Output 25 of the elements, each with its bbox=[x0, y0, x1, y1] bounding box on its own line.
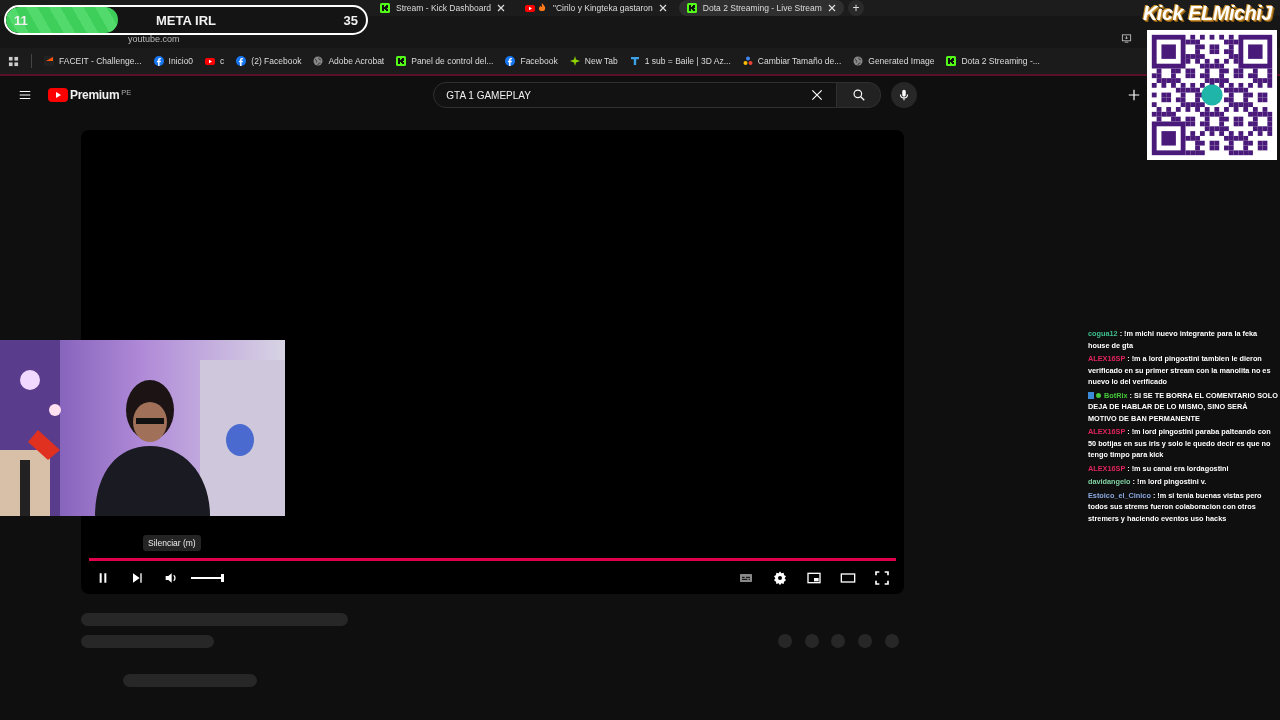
video-player[interactable]: Silenciar (m) bbox=[81, 130, 904, 594]
bookmark-item[interactable]: Dota 2 Streaming -... bbox=[946, 56, 1040, 66]
bookmark-item[interactable]: FACEIT - Challenge... bbox=[44, 56, 142, 66]
goal-target: 35 bbox=[343, 12, 358, 28]
bookmark-item[interactable]: Generated Image bbox=[853, 56, 935, 66]
address-bar[interactable]: youtube.com bbox=[128, 34, 180, 44]
logo-text: Premium bbox=[70, 88, 120, 102]
bookmark-item[interactable]: Facebook bbox=[505, 56, 558, 66]
goal-title: META IRL bbox=[156, 12, 216, 28]
tooltip: Silenciar (m) bbox=[143, 535, 201, 551]
bookmark-item[interactable]: New Tab bbox=[569, 56, 618, 66]
bookmark-item[interactable]: Cambiar Tamaño de... bbox=[742, 56, 842, 66]
bookmark-item[interactable]: Adobe Acrobat bbox=[313, 56, 385, 66]
new-tab-button[interactable]: + bbox=[847, 0, 864, 16]
browser-tab[interactable]: "Cirilo y Kingteka gastaron bbox=[516, 0, 675, 16]
browser-tab[interactable]: Dota 2 Streaming - Live Stream bbox=[678, 0, 844, 16]
browser-tab[interactable]: Stream - Kick Dashboard bbox=[372, 0, 513, 16]
bookmark-item[interactable]: c bbox=[205, 56, 225, 66]
search-field[interactable]: GTA 1 GAMEPLAY bbox=[433, 82, 838, 108]
bookmark-item[interactable]: Inicio0 bbox=[153, 56, 194, 66]
bookmark-item[interactable]: 1 sub = Baile | 3D Az... bbox=[629, 56, 731, 66]
bookmark-item[interactable]: (2) Facebook bbox=[236, 56, 302, 66]
channel-name-label: Kick ELMichiJ bbox=[1142, 2, 1272, 25]
goal-current: 11 bbox=[14, 12, 28, 28]
bookmark-item[interactable]: Panel de control del... bbox=[396, 56, 494, 66]
